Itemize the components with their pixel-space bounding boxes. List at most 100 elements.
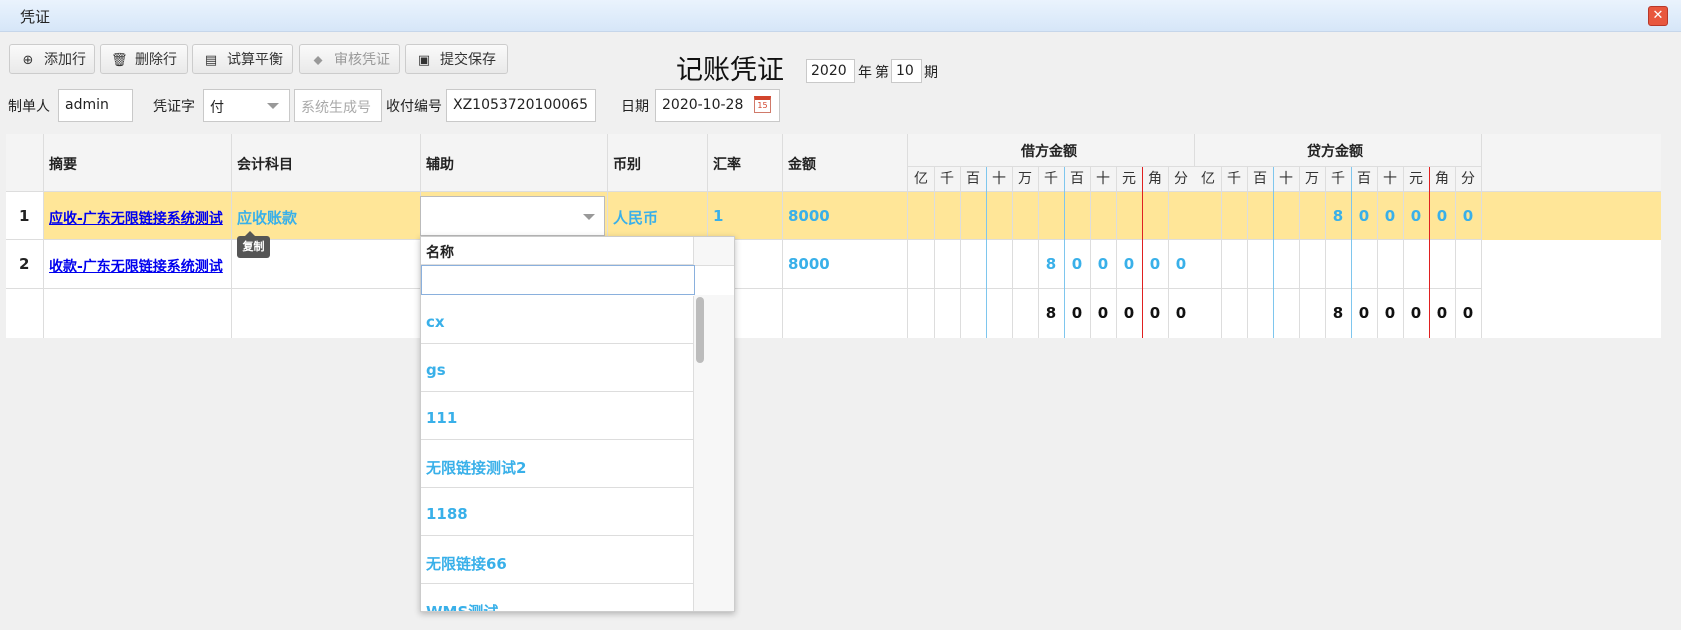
row2-debit-digit: 8 [1045, 255, 1057, 273]
credit-digit-unit-header: 元 [1409, 171, 1423, 187]
dropdown-scroll-thumb[interactable] [696, 297, 704, 363]
total-debit-digit: 0 [1123, 304, 1135, 322]
debit-digit-unit-header: 角 [1148, 171, 1162, 187]
voucher-word-label: 凭证字 [153, 99, 195, 115]
total-account-cell [232, 289, 421, 338]
row1-rate[interactable]: 1 [713, 207, 723, 225]
total-debit-digit: 0 [1175, 304, 1187, 322]
row2-debit-digit: 0 [1123, 255, 1135, 273]
chevron-down-icon[interactable] [583, 214, 595, 220]
header-account: 会计科目 [237, 157, 293, 173]
submit-save-button[interactable]: ▣ 提交保存 [405, 44, 508, 74]
dropdown-item[interactable]: WMS测试 [421, 584, 694, 611]
delete-row-button[interactable]: 🗑 删除行 [100, 44, 188, 74]
credit-digit-separator [1273, 167, 1274, 338]
row1-account[interactable]: 应收账款 [237, 207, 297, 228]
voucher-title: 记账凭证 [676, 55, 784, 86]
row1-credit-digit: 0 [1410, 207, 1422, 225]
row1-credit-digit: 8 [1332, 207, 1344, 225]
total-credit-digit: 0 [1384, 304, 1396, 322]
plus-circle-icon: ⊕ [22, 53, 34, 68]
dropdown-item[interactable]: 111 [421, 392, 694, 440]
voucher-word-select[interactable]: 付 [203, 89, 290, 122]
row2-summary-link[interactable]: 收款-广东无限链接系统测试 [49, 256, 231, 276]
add-row-button[interactable]: ⊕ 添加行 [9, 44, 95, 74]
debit-digit-unit-header: 分 [1174, 171, 1188, 187]
trash-icon: 🗑 [111, 53, 128, 68]
debit-digit-unit-header: 亿 [914, 171, 928, 187]
debit-digit-separator [960, 167, 961, 338]
period-input[interactable]: 10 [891, 59, 922, 83]
header-credit: 贷方金额 [1307, 144, 1363, 160]
row2-digits-cell[interactable] [908, 240, 1482, 289]
dropdown-item[interactable]: 1188 [421, 488, 694, 536]
row2-debit-digit: 0 [1175, 255, 1187, 273]
debit-digit-separator [1012, 167, 1013, 338]
debit-digit-separator [986, 167, 987, 338]
row2-debit-digit: 0 [1097, 255, 1109, 273]
total-summary-cell [44, 289, 232, 338]
year-input[interactable]: 2020 [806, 59, 855, 83]
row2-number: 2 [19, 255, 30, 273]
total-credit-digit: 0 [1358, 304, 1370, 322]
total-debit-digit: 8 [1045, 304, 1057, 322]
credit-digit-unit-header: 角 [1435, 171, 1449, 187]
copy-tooltip: 复制 [237, 231, 270, 258]
header-rate: 汇率 [713, 157, 741, 173]
debit-digit-separator [934, 167, 935, 338]
row1-number: 1 [19, 207, 30, 225]
chevron-down-icon[interactable] [267, 103, 279, 109]
receipt-no-input[interactable]: XZ1053720100065 [446, 89, 596, 122]
debit-digit-unit-header: 十 [992, 171, 1006, 187]
voucher-word-value: 付 [210, 100, 224, 116]
close-icon[interactable]: ✕ [1648, 6, 1668, 26]
row1-summary-link[interactable]: 应收-广东无限链接系统测试 [49, 208, 231, 228]
total-debit-digit: 0 [1071, 304, 1083, 322]
dropdown-filter-input[interactable] [421, 265, 695, 295]
credit-digit-unit-header: 千 [1331, 171, 1345, 187]
floppy-disk-icon: ▣ [417, 53, 431, 68]
dropdown-item[interactable]: gs [421, 344, 694, 392]
credit-digit-separator [1247, 167, 1248, 338]
debit-digit-unit-header: 元 [1122, 171, 1136, 187]
header-summary: 摘要 [49, 157, 77, 173]
add-row-label: 添加行 [44, 52, 86, 68]
auxiliary-dropdown-panel: 名称 cx gs 111 无限链接测试2 1188 无限链接66 WMS测试 [420, 236, 735, 612]
credit-digit-unit-header: 百 [1253, 171, 1267, 187]
auxiliary-combo[interactable] [420, 196, 605, 236]
header-auxiliary: 辅助 [426, 157, 454, 173]
debit-digit-unit-header: 千 [1044, 171, 1058, 187]
dropdown-item[interactable]: cx [421, 296, 694, 344]
total-credit-digit: 0 [1462, 304, 1474, 322]
credit-digit-separator [1299, 167, 1300, 338]
dropdown-item[interactable]: 无限链接66 [421, 536, 694, 584]
voucher-number-input[interactable]: 系统生成号 [294, 89, 382, 122]
total-amount-cell [783, 289, 908, 338]
total-debit-digit: 0 [1149, 304, 1161, 322]
row2-amount[interactable]: 8000 [788, 255, 830, 273]
row1-credit-digit: 0 [1436, 207, 1448, 225]
window-title: 凭证 [20, 8, 51, 26]
row1-amount[interactable]: 8000 [788, 207, 830, 225]
total-debit-digit: 0 [1097, 304, 1109, 322]
dropdown-list: cx gs 111 无限链接测试2 1188 无限链接66 WMS测试 [421, 296, 694, 611]
total-credit-digit: 0 [1410, 304, 1422, 322]
row1-credit-digit: 0 [1462, 207, 1474, 225]
header-filler-cell [1482, 134, 1661, 192]
debit-digit-unit-header: 百 [1070, 171, 1084, 187]
credit-digit-unit-header: 十 [1279, 171, 1293, 187]
credit-digit-separator [1221, 167, 1222, 338]
trial-balance-label: 试算平衡 [227, 52, 283, 68]
trial-balance-button[interactable]: ▤ 试算平衡 [192, 44, 293, 74]
credit-digit-unit-header: 百 [1357, 171, 1371, 187]
debit-digit-unit-header: 十 [1096, 171, 1110, 187]
period-label: 期 [924, 65, 938, 81]
maker-input[interactable]: admin [58, 89, 133, 122]
row1-credit-digit: 0 [1358, 207, 1370, 225]
audit-voucher-label: 审核凭证 [334, 52, 390, 68]
calendar-icon[interactable]: 15 [754, 96, 771, 113]
dropdown-header-spacer [694, 237, 734, 266]
audit-voucher-button[interactable]: ⬥ 审核凭证 [299, 44, 400, 74]
dropdown-item[interactable]: 无限链接测试2 [421, 440, 694, 488]
row1-currency[interactable]: 人民币 [613, 207, 658, 228]
